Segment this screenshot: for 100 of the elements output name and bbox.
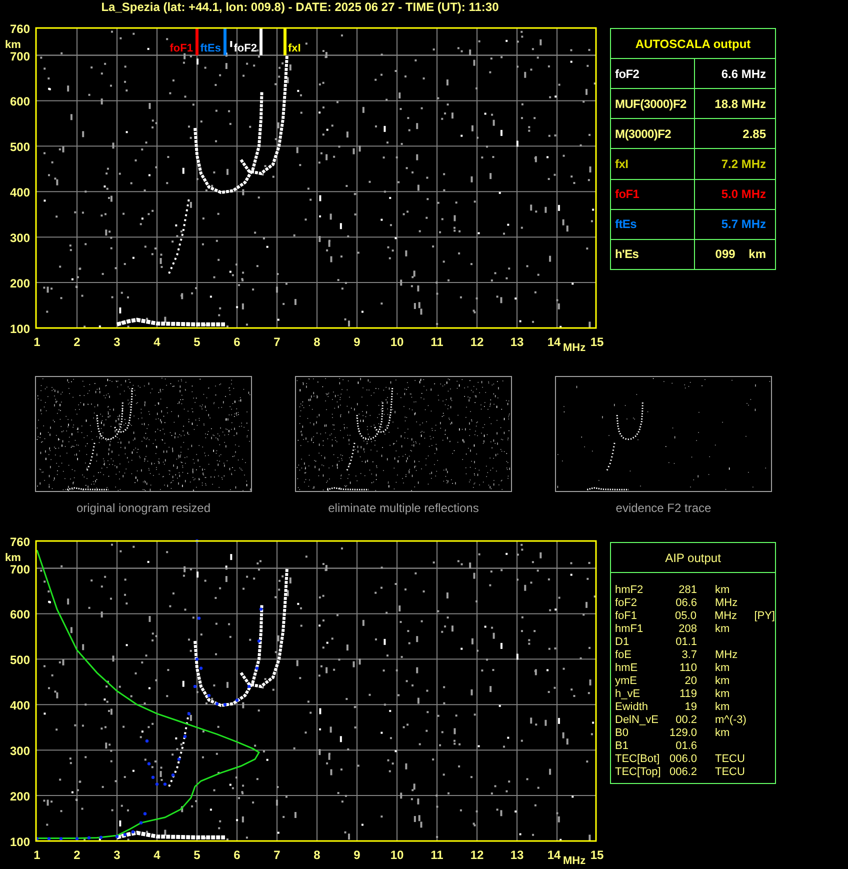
y-axis-label: 500 [10,140,30,154]
x-axis-unit: MHz [563,342,586,354]
parameter-unit: TECU [715,766,746,779]
parameter-value: 129.0 [668,727,697,740]
x-axis-label: 15 [590,848,604,862]
y-axis-label: 700 [10,562,30,576]
parameter-unit: km [715,727,731,740]
thumbnail-caption: original ionogram resized [76,500,211,517]
parameter-value: 00.2 [674,714,697,727]
parameter-name: B1 [615,740,630,753]
parameter-unit: m^(-3) [715,714,748,727]
y-axis-label: 600 [10,608,30,622]
parameter-value: 20 [684,675,697,688]
parameter-unit: km [715,701,731,714]
y-axis-label: 300 [10,744,30,758]
parameter-name: foF1 [615,610,638,623]
parameter-name: DelN_vE [615,714,660,727]
marker-label: fxI [288,42,301,54]
window-title: La_Spezia (lat: +44.1, lon: 009.8) - DATE: 2025 06 27 - TIME (UT): 11:30 [101,0,499,16]
x-axis-label: 12 [470,335,484,349]
parameter-name: M(3000)F2 [615,126,671,143]
parameter-value: 01.6 [674,740,697,753]
x-axis-label: 12 [470,848,484,862]
parameter-unit: km [715,623,731,636]
y-axis-label: 400 [10,186,30,200]
parameter-value: 5.0 MHz [721,186,766,204]
parameter-name: foF2 [615,66,640,83]
parameter-name: foE [615,649,633,662]
parameter-name: MUF(3000)F2 [615,96,686,113]
parameter-value: 05.0 [674,610,696,623]
parameter-name: foF1 [615,186,640,204]
x-axis-label: 4 [154,335,160,349]
parameter-name: ftEs [615,216,636,234]
y-axis-label: 760 [10,535,30,549]
parameter-value: 119 [678,688,697,701]
parameter-name: ymE [615,675,638,688]
y-axis-label: 200 [10,790,30,804]
parameter-value: 01.1 [674,636,697,649]
parameter-name: TEC[Top] [615,766,662,779]
parameter-name: TEC[Bot] [615,753,661,766]
parameter-note: [PY] [754,610,775,623]
table-title: AIP output [665,550,721,566]
parameter-unit: km [715,584,731,597]
x-axis-label: 5 [194,335,200,349]
y-axis-unit: km [5,552,21,564]
x-axis-label: 15 [590,335,604,349]
x-axis-label: 2 [74,848,80,862]
marker-label: ftEs [200,42,221,54]
y-axis-label: 760 [10,22,30,36]
parameter-value: 3.7 [680,649,697,662]
y-axis-label: 100 [10,322,30,336]
parameter-value: 110 [678,662,697,675]
x-axis-label: 9 [354,335,360,349]
x-axis-label: 11 [430,848,444,862]
x-axis-label: 6 [234,335,240,349]
x-axis-label: 14 [547,848,561,862]
x-axis-label: 10 [390,335,404,349]
parameter-unit: km [715,688,731,701]
x-axis-label: 5 [194,848,200,862]
x-axis-label: 1 [34,848,40,862]
parameter-name: fxI [615,156,628,173]
parameter-value: 281 [678,584,697,597]
x-axis-label: 4 [154,848,160,862]
parameter-value: 2.85 [742,126,766,143]
parameter-value: 19 [684,701,697,714]
parameter-value: 006.0 [668,753,697,766]
parameter-value: 7.2 MHz [721,156,766,173]
parameter-name: hmF1 [615,623,644,636]
x-axis-label: 14 [547,335,561,349]
table-title: AUTOSCALA output [635,36,751,52]
x-axis-label: 10 [390,848,404,862]
parameter-unit: MHz [715,649,739,662]
marker-label: foF1 [170,42,193,54]
parameter-name: Ewidth [615,701,650,714]
y-axis-label: 300 [10,231,30,246]
parameter-name: D1 [615,636,630,649]
parameter-unit: TECU [715,753,746,766]
parameter-unit: km [715,675,731,688]
parameter-name: hmE [615,662,639,675]
x-axis-label: 9 [354,848,360,862]
x-axis-label: 8 [314,848,320,862]
x-axis-label: 3 [114,848,120,862]
y-axis-label: 500 [10,653,30,668]
y-axis-label: 700 [10,49,30,64]
x-axis-unit: MHz [563,855,586,867]
parameter-value: 099 km [715,246,766,264]
x-axis-label: 8 [314,335,320,349]
y-axis-label: 100 [10,835,30,849]
parameter-name: foF2 [615,597,638,610]
y-axis-unit: km [5,39,21,51]
y-axis-label: 200 [10,276,30,291]
parameter-value: 6.6 MHz [721,66,766,83]
x-axis-label: 7 [274,848,280,862]
y-axis-label: 600 [10,94,30,109]
thumbnail-caption: eliminate multiple reflections [328,500,479,517]
x-axis-label: 2 [74,335,80,349]
x-axis-label: 13 [510,848,524,862]
x-axis-label: 7 [274,335,280,349]
parameter-value: 208 [678,623,697,636]
marker-label: foF2 [234,42,257,54]
